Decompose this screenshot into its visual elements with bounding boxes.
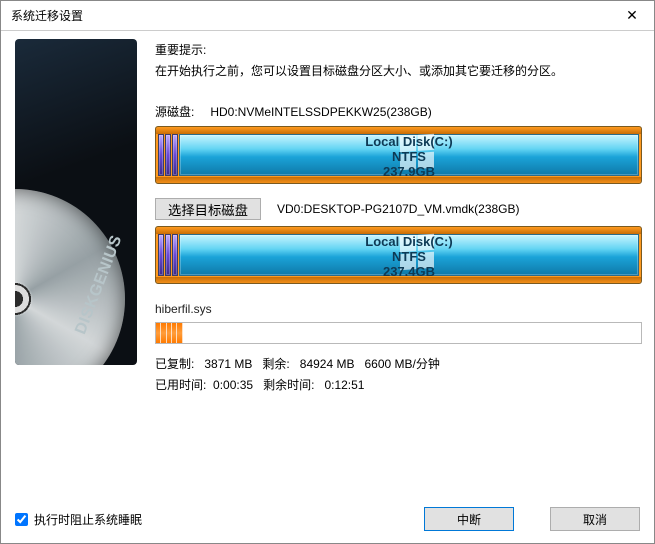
partition-info: Local Disk(C:) NTFS 237.9GB <box>180 135 638 180</box>
main-panel: 重要提示: 在开始执行之前，您可以设置目标磁盘分区大小、或添加其它要迁移的分区。… <box>155 39 642 495</box>
current-file: hiberfil.sys <box>155 302 642 316</box>
progress-bar <box>155 322 642 344</box>
progress-fill <box>156 323 183 343</box>
titlebar: 系统迁移设置 ✕ <box>1 1 654 31</box>
stats-line-2: 已用时间: 0:00:35 剩余时间: 0:12:51 <box>155 375 642 395</box>
close-icon[interactable]: ✕ <box>610 1 654 31</box>
hint-title: 重要提示: <box>155 41 642 58</box>
partition-fs: NTFS <box>392 150 426 165</box>
sidebar-illustration: DISKGENIUS <box>15 39 137 365</box>
cancel-button[interactable]: 取消 <box>550 507 640 531</box>
source-disk-row: 源磁盘: HD0:NVMeINTELSSDPEKKW25(238GB) <box>155 103 642 120</box>
partition-segment <box>158 134 164 176</box>
select-target-button[interactable]: 选择目标磁盘 <box>155 198 261 220</box>
hint-text: 在开始执行之前，您可以设置目标磁盘分区大小、或添加其它要迁移的分区。 <box>155 62 642 81</box>
partition-main[interactable]: Local Disk(C:) NTFS 237.4GB <box>179 234 639 276</box>
partition-segment <box>165 234 171 276</box>
partition-segment <box>158 234 164 276</box>
partition-fs: NTFS <box>392 250 426 265</box>
abort-button[interactable]: 中断 <box>424 507 514 531</box>
content-area: DISKGENIUS 重要提示: 在开始执行之前，您可以设置目标磁盘分区大小、或… <box>1 31 654 495</box>
partition-size: 237.4GB <box>383 265 435 280</box>
stats: 已复制: 3871 MB 剩余: 84924 MB 6600 MB/分钟 已用时… <box>155 354 642 395</box>
source-disk-bar[interactable]: Local Disk(C:) NTFS 237.9GB <box>155 126 642 184</box>
partition-info: Local Disk(C:) NTFS 237.4GB <box>180 235 638 280</box>
partition-segment <box>165 134 171 176</box>
target-disk-row: 选择目标磁盘 VD0:DESKTOP-PG2107D_VM.vmdk(238GB… <box>155 198 642 220</box>
prevent-sleep-label: 执行时阻止系统睡眠 <box>34 511 142 528</box>
source-label: 源磁盘: <box>155 103 194 120</box>
stats-line-1: 已复制: 3871 MB 剩余: 84924 MB 6600 MB/分钟 <box>155 354 642 374</box>
partition-name: Local Disk(C:) <box>365 235 452 250</box>
prevent-sleep-checkbox[interactable]: 执行时阻止系统睡眠 <box>15 511 142 528</box>
partition-size: 237.9GB <box>383 165 435 180</box>
source-name: HD0:NVMeINTELSSDPEKKW25(238GB) <box>210 105 431 119</box>
prevent-sleep-input[interactable] <box>15 513 28 526</box>
partition-main[interactable]: Local Disk(C:) NTFS 237.9GB <box>179 134 639 176</box>
partition-segment <box>172 234 178 276</box>
partition-segment <box>172 134 178 176</box>
target-name: VD0:DESKTOP-PG2107D_VM.vmdk(238GB) <box>277 202 520 216</box>
partition-name: Local Disk(C:) <box>365 135 452 150</box>
footer: 执行时阻止系统睡眠 中断 取消 <box>1 495 654 543</box>
window-title: 系统迁移设置 <box>11 7 610 24</box>
target-disk-bar[interactable]: Local Disk(C:) NTFS 237.4GB <box>155 226 642 284</box>
